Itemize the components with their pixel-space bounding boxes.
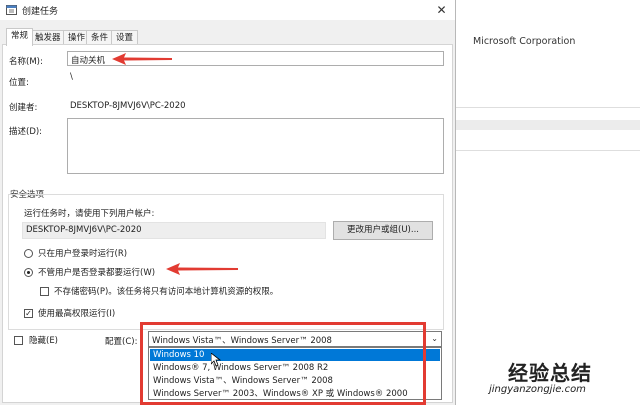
location-label: 位置: — [9, 78, 29, 88]
description-label: 描述(D): — [9, 127, 43, 137]
radio-run-whether-logged-on-label: 不管用户是否登录都要运行(W) — [38, 268, 156, 278]
dialog-titlebar[interactable]: 创建任务 ✕ — [0, 0, 455, 20]
name-label: 名称(M): — [9, 57, 43, 67]
highest-privileges-checkbox[interactable]: ✓ — [24, 309, 33, 318]
watermark-url: jingyanzongjie.com — [489, 384, 586, 395]
tab-conditions[interactable]: 条件 — [86, 30, 114, 45]
dialog-title: 创建任务 — [22, 7, 59, 17]
radio-run-whether-logged-on[interactable] — [24, 268, 33, 277]
author-label: 创建者: — [9, 103, 38, 113]
background-divider — [455, 150, 640, 151]
user-account-field: DESKTOP-8JMVJ6V\PC-2020 — [22, 222, 326, 239]
tab-general[interactable]: 常规 — [6, 28, 34, 46]
run-as-text: 运行任务时，请使用下列用户帐户: — [24, 209, 155, 219]
description-textarea[interactable] — [67, 118, 444, 174]
background-scrollbar[interactable] — [455, 120, 640, 130]
author-value: DESKTOP-8JMVJ6V\PC-2020 — [70, 101, 186, 111]
do-not-store-password-label: 不存储密码(P)。该任务将只有访问本地计算机资源的权限。 — [54, 287, 279, 297]
do-not-store-password-checkbox[interactable] — [40, 287, 49, 296]
user-account-value: DESKTOP-8JMVJ6V\PC-2020 — [26, 225, 142, 235]
configure-label: 配置(C): — [105, 337, 138, 347]
location-field — [67, 71, 444, 88]
radio-run-when-logged-on[interactable] — [24, 249, 33, 258]
task-scheduler-icon — [6, 5, 17, 15]
tab-settings[interactable]: 设置 — [111, 30, 139, 45]
red-arrow-icon — [166, 263, 238, 275]
mouse-cursor-icon — [211, 353, 221, 367]
tab-triggers[interactable]: 触发器 — [30, 30, 66, 45]
background-company-text: Microsoft Corporation — [473, 36, 576, 47]
hidden-label: 隐藏(E) — [29, 336, 59, 346]
highest-privileges-label: 使用最高权限运行(I) — [38, 309, 116, 319]
watermark-logo: 经验总结 — [508, 361, 592, 385]
red-highlight-box — [140, 322, 426, 405]
radio-run-when-logged-on-label: 只在用户登录时运行(R) — [38, 249, 128, 259]
hidden-checkbox[interactable] — [14, 336, 23, 345]
name-input-value: 自动关机 — [71, 56, 106, 66]
background-window — [455, 0, 640, 405]
change-user-button[interactable]: 更改用户或组(U)... — [333, 221, 433, 240]
red-arrow-icon — [112, 53, 172, 65]
close-button[interactable]: ✕ — [428, 0, 455, 20]
chevron-down-icon[interactable]: ⌄ — [431, 334, 438, 343]
background-divider — [455, 107, 640, 108]
